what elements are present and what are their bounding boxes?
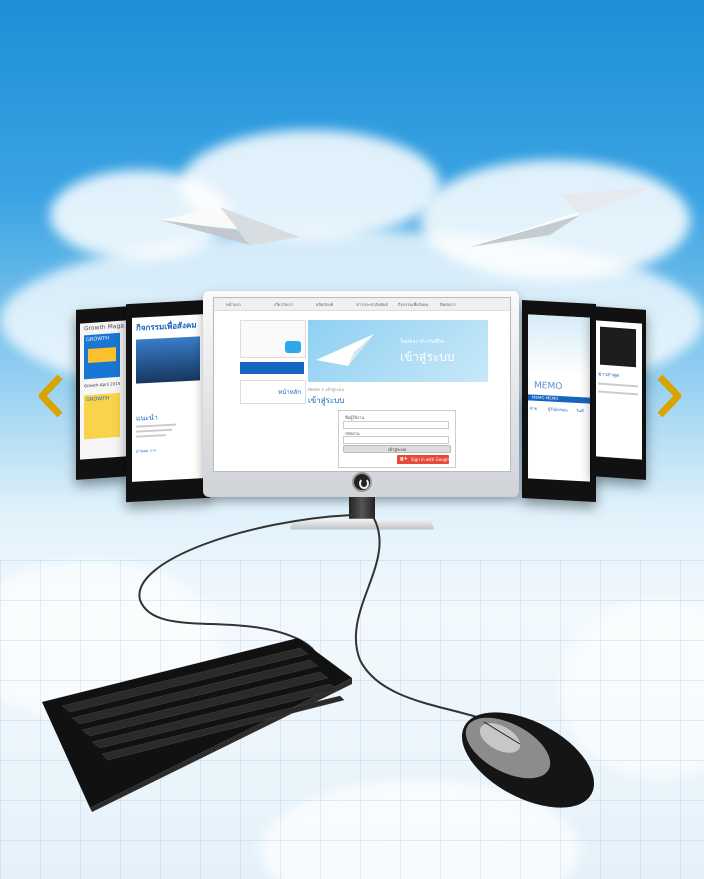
- mouse[interactable]: [456, 708, 606, 812]
- scene: Growth Maga GROWTH Growth April 2015 GRO…: [0, 0, 704, 879]
- keyboard[interactable]: [38, 632, 358, 812]
